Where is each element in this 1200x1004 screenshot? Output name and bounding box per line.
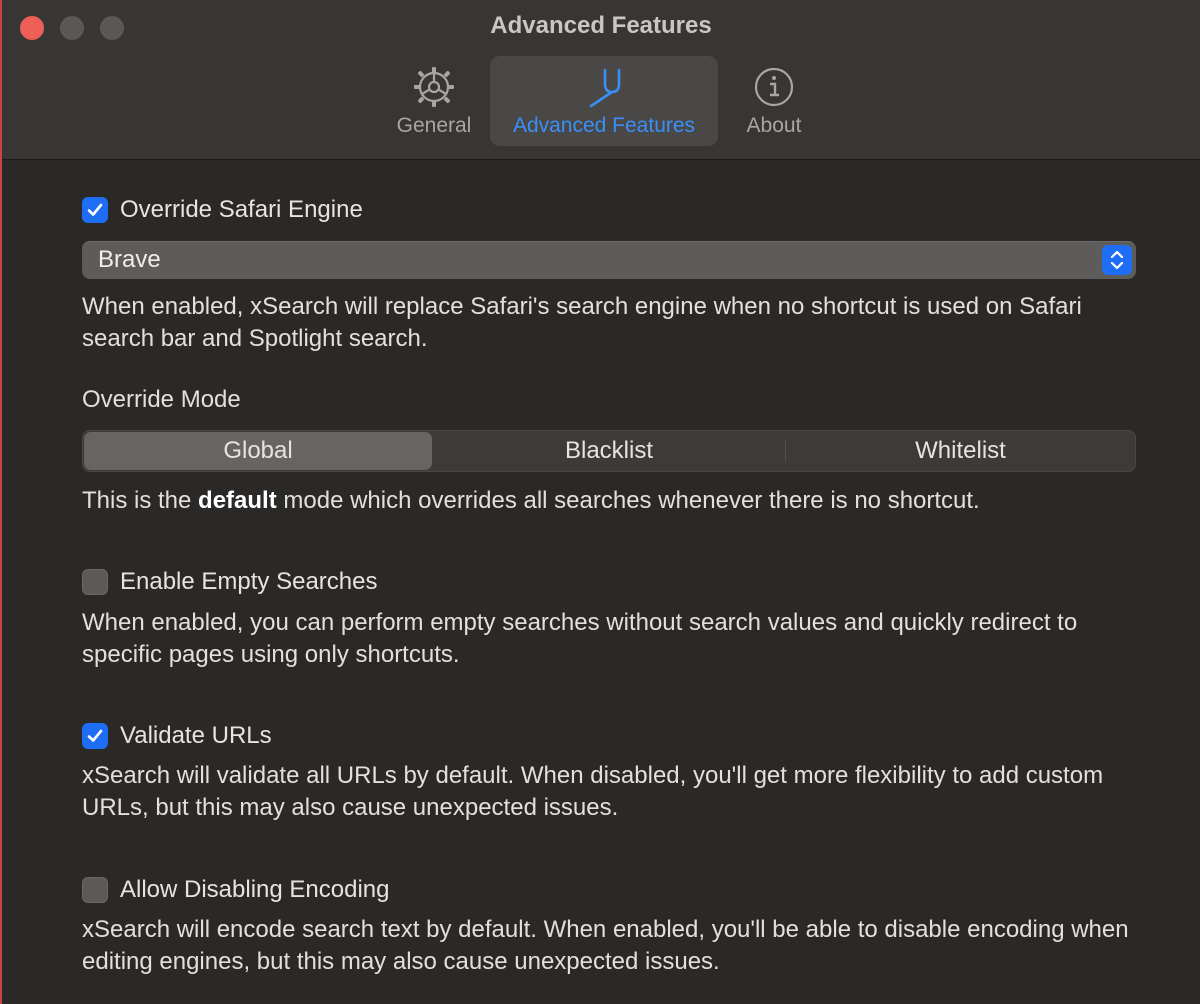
override-engine-label: Override Safari Engine	[120, 196, 363, 223]
disable-encoding-row: Allow Disabling Encoding	[82, 876, 389, 904]
disable-encoding-description: xSearch will encode search text by defau…	[82, 916, 1129, 975]
search-engine-value: Brave	[98, 246, 161, 273]
validate-urls-checkbox[interactable]	[82, 723, 108, 749]
tab-about-label: About	[746, 114, 802, 137]
tab-general[interactable]: General	[386, 56, 482, 146]
window-title: Advanced Features	[490, 12, 712, 39]
preferences-window: Advanced Features General Advanced Featu…	[0, 0, 1200, 1004]
segment-whitelist[interactable]: Whitelist	[786, 432, 1135, 470]
mode-desc-bold: default	[198, 487, 277, 514]
validate-urls-description: xSearch will validate all URLs by defaul…	[82, 762, 1104, 821]
mode-desc-prefix: This is the	[82, 487, 199, 514]
tab-advanced-features[interactable]: Advanced Features	[490, 56, 718, 146]
tuning-fork-icon	[589, 68, 621, 108]
tab-advanced-features-label: Advanced Features	[512, 114, 696, 137]
search-engine-popup[interactable]: Brave	[82, 241, 1136, 279]
disable-encoding-checkbox[interactable]	[82, 877, 108, 903]
segment-global[interactable]: Global	[84, 432, 432, 470]
titlebar: Advanced Features General Advanced Featu…	[2, 0, 1200, 160]
override-mode-description: This is the default mode which overrides…	[82, 485, 1142, 517]
override-mode-label: Override Mode	[82, 386, 241, 413]
checkmark-icon	[87, 203, 103, 216]
info-icon	[754, 67, 794, 107]
empty-searches-label: Enable Empty Searches	[120, 568, 378, 595]
override-engine-description: When enabled, xSearch will replace Safar…	[82, 293, 1082, 352]
empty-searches-row: Enable Empty Searches	[82, 568, 377, 596]
mode-desc-suffix: mode which overrides all searches whenev…	[276, 487, 980, 514]
override-mode-segmented-control: Global Blacklist Whitelist	[82, 430, 1136, 472]
gear-icon	[414, 67, 454, 107]
disable-encoding-label: Allow Disabling Encoding	[120, 876, 390, 903]
popup-chevrons-icon	[1102, 245, 1132, 275]
tab-general-label: General	[396, 114, 472, 137]
override-engine-row: Override Safari Engine	[82, 196, 363, 224]
segment-blacklist[interactable]: Blacklist	[433, 432, 785, 470]
validate-urls-row: Validate URLs	[82, 722, 272, 750]
override-engine-checkbox[interactable]	[82, 197, 108, 223]
empty-searches-checkbox[interactable]	[82, 569, 108, 595]
validate-urls-label: Validate URLs	[120, 722, 272, 749]
tab-about[interactable]: About	[732, 56, 816, 146]
empty-searches-description: When enabled, you can perform empty sear…	[82, 609, 1078, 668]
checkmark-icon	[87, 729, 103, 742]
